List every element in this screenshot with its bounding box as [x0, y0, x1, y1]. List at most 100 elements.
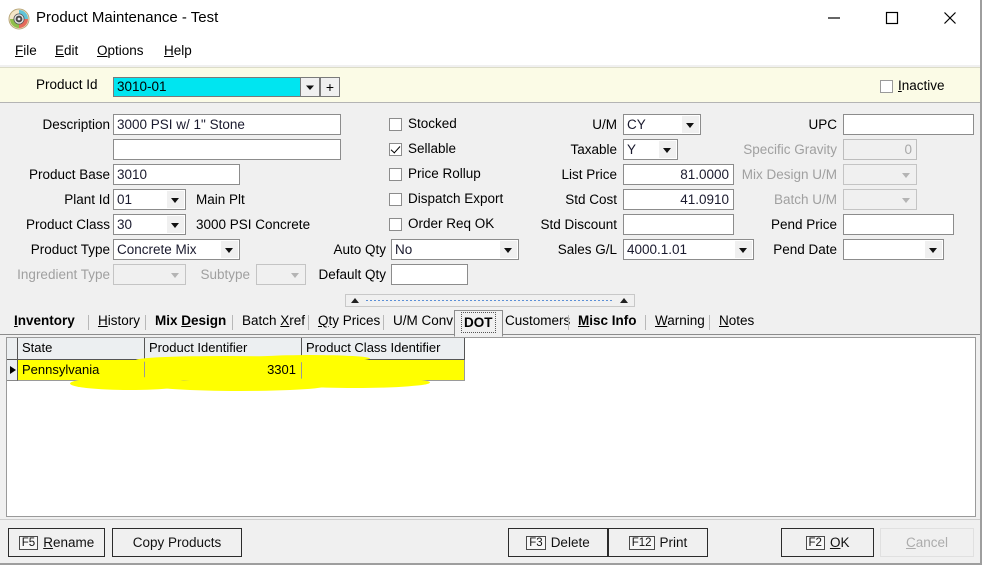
tab-qty-prices[interactable]: Qty Prices — [312, 310, 386, 334]
taxable-label: Taxable — [520, 142, 617, 157]
chevron-down-icon — [898, 191, 915, 208]
app-gear-icon — [8, 8, 30, 30]
plant-id-description: Main Plt — [196, 192, 245, 207]
specific-gravity-label: Specific Gravity — [710, 142, 837, 157]
chevron-down-icon[interactable] — [659, 141, 676, 158]
chevron-down-icon[interactable] — [500, 241, 517, 258]
product-id-input[interactable]: 3010-01 — [113, 77, 315, 97]
delete-button[interactable]: F3 Delete — [508, 528, 608, 557]
checkbox-box[interactable] — [389, 193, 402, 206]
mix-design-um-label: Mix Design U/M — [710, 167, 837, 182]
checkbox-box[interactable] — [389, 218, 402, 231]
pend-date-select[interactable] — [843, 239, 944, 260]
ingredient-type-label: Ingredient Type — [2, 267, 110, 282]
checkbox-box[interactable] — [389, 118, 402, 131]
description-label: Description — [10, 117, 110, 132]
description2-input[interactable] — [113, 139, 341, 160]
batch-um-label: Batch U/M — [710, 192, 837, 207]
checkbox-label: Dispatch Export — [408, 191, 503, 206]
product-id-add-button[interactable]: + — [320, 77, 340, 97]
cancel-button-label: Cancel — [906, 535, 948, 550]
inactive-checkbox[interactable] — [880, 80, 893, 93]
chevron-down-icon[interactable] — [167, 191, 184, 208]
menu-file[interactable]: File — [8, 42, 44, 64]
upc-input[interactable] — [843, 114, 974, 135]
pend-date-label: Pend Date — [710, 242, 837, 257]
product-class-value: 30 — [117, 217, 132, 232]
print-button[interactable]: F12 Print — [608, 528, 708, 557]
subtype-select — [256, 264, 306, 285]
tab-warning[interactable]: Warning — [649, 310, 711, 334]
product-class-description: 3000 PSI Concrete — [196, 217, 310, 232]
fkey-badge: F5 — [19, 536, 38, 550]
window-title: Product Maintenance - Test — [36, 9, 218, 26]
checkbox-box-checked[interactable] — [389, 143, 402, 156]
chevron-down-icon[interactable] — [167, 216, 184, 233]
tab-notes[interactable]: Notes — [713, 310, 760, 334]
maximize-icon[interactable] — [869, 0, 915, 36]
checkbox-box[interactable] — [389, 168, 402, 181]
tab-inventory[interactable]: Inventory — [8, 310, 81, 334]
menu-help[interactable]: Help — [157, 42, 199, 64]
print-button-label: Print — [660, 535, 688, 550]
pend-price-label: Pend Price — [710, 217, 837, 232]
product-type-label: Product Type — [10, 242, 110, 257]
default-qty-input[interactable] — [391, 264, 468, 285]
highlighter-stroke — [280, 377, 430, 388]
auto-qty-select[interactable]: No — [391, 239, 519, 260]
dot-grid[interactable]: State Product Identifier Product Class I… — [6, 337, 976, 517]
tab-separator — [88, 315, 89, 330]
tab-batch-xref[interactable]: Batch Xref — [236, 310, 311, 334]
chevron-down-icon[interactable] — [221, 241, 238, 258]
batch-um-select — [843, 189, 917, 210]
menu-edit[interactable]: Edit — [48, 42, 85, 64]
tab-dot[interactable]: DOT — [454, 310, 503, 337]
minimize-icon[interactable] — [811, 0, 857, 36]
tab-um-conv[interactable]: U/M Conv — [387, 310, 459, 334]
chevron-up-icon[interactable] — [620, 298, 629, 304]
copy-products-button[interactable]: Copy Products — [112, 528, 242, 557]
checkbox-label: Sellable — [408, 141, 456, 156]
chevron-down-icon[interactable] — [682, 116, 699, 133]
ok-button-label: OK — [830, 535, 850, 550]
auto-qty-value: No — [395, 242, 412, 257]
title-bar: Product Maintenance - Test — [0, 0, 980, 40]
specific-gravity-input: 0 — [843, 139, 917, 160]
auto-qty-label: Auto Qty — [300, 242, 386, 257]
description-input[interactable]: 3000 PSI w/ 1" Stone — [113, 114, 341, 135]
product-type-select[interactable]: Concrete Mix — [113, 239, 240, 260]
tab-separator — [568, 315, 569, 330]
ok-button[interactable]: F2 OK — [781, 528, 874, 557]
tab-customers[interactable]: Customers — [499, 310, 576, 334]
product-id-dropdown-icon[interactable] — [300, 77, 320, 97]
ingredient-type-select — [113, 264, 186, 285]
product-type-value: Concrete Mix — [117, 242, 197, 257]
std-cost-label: Std Cost — [520, 192, 617, 207]
product-class-select[interactable]: 30 — [113, 214, 186, 235]
rename-button[interactable]: F5 Rename — [8, 528, 105, 557]
close-icon[interactable] — [927, 0, 973, 36]
grid-row-indicator-play-arrow-icon[interactable] — [7, 360, 18, 381]
plant-id-select[interactable]: 01 — [113, 189, 186, 210]
tab-separator — [645, 315, 646, 330]
chevron-up-icon[interactable] — [351, 298, 360, 304]
um-select[interactable]: CY — [623, 114, 701, 135]
grid-column-header-state[interactable]: State — [18, 338, 145, 360]
chevron-down-icon[interactable] — [925, 241, 942, 258]
inactive-label: Inactive — [898, 78, 945, 93]
fkey-badge: F3 — [526, 536, 545, 550]
menu-options[interactable]: Options — [90, 42, 151, 64]
panel-collapse-splitter[interactable] — [345, 294, 635, 307]
tab-misc-info[interactable]: Misc Info — [572, 310, 643, 334]
product-base-input[interactable]: 3010 — [113, 164, 240, 185]
tab-separator — [145, 315, 146, 330]
std-discount-label: Std Discount — [520, 217, 617, 232]
product-id-label: Product Id — [36, 77, 98, 92]
plant-id-value: 01 — [117, 192, 132, 207]
tab-mix-design[interactable]: Mix Design — [149, 310, 232, 334]
tab-separator — [709, 315, 710, 330]
taxable-select[interactable]: Y — [623, 139, 678, 160]
tab-history[interactable]: History — [92, 310, 146, 334]
pend-price-input[interactable] — [843, 214, 954, 235]
chevron-down-icon — [167, 266, 184, 283]
